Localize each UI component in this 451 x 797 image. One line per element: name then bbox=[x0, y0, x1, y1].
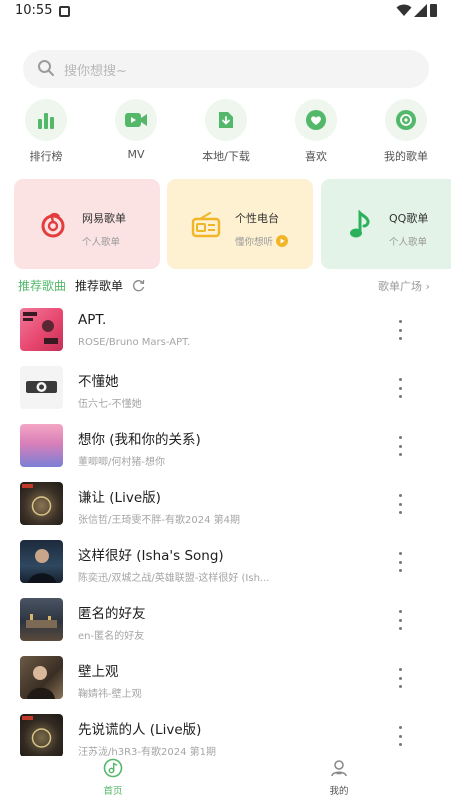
status-time: 10:55 bbox=[15, 3, 53, 18]
refresh-icon[interactable] bbox=[132, 279, 145, 292]
bottom-nav: 首页 我的 bbox=[0, 756, 451, 797]
song-subtitle: en-匿名的好友 bbox=[78, 631, 145, 642]
nav-mine[interactable]: 我的 bbox=[309, 758, 369, 797]
card-subtitle: 懂你想听 bbox=[235, 234, 289, 248]
netease-music-icon bbox=[41, 212, 65, 238]
more-options-icon[interactable] bbox=[395, 320, 405, 340]
shortcut-row: 排行榜 MV 本地/下载 喜欢 我的歌单 bbox=[0, 99, 451, 165]
video-icon bbox=[125, 113, 147, 127]
card-title: QQ歌单 bbox=[389, 212, 429, 225]
status-bar: 10:55 bbox=[0, 0, 451, 24]
song-item[interactable]: 不懂她 伍六七-不懂她 bbox=[0, 363, 451, 415]
card-title: 个性电台 bbox=[235, 212, 279, 225]
song-subtitle: 陈奕迅/双城之战/英雄联盟-这样很好 (Ish... bbox=[78, 573, 270, 584]
album-cover bbox=[20, 424, 63, 467]
shortcut-favorites[interactable]: 喜欢 bbox=[276, 99, 356, 164]
disc-icon bbox=[396, 110, 416, 130]
card-title: 网易歌单 bbox=[82, 212, 126, 225]
tab-recommended-playlists[interactable]: 推荐歌单 bbox=[75, 277, 123, 294]
music-disc-icon bbox=[103, 758, 123, 778]
chevron-right-icon: › bbox=[425, 280, 430, 293]
song-title: 谦让 (Live版) bbox=[78, 490, 161, 506]
song-title: 这样很好 (Isha's Song) bbox=[78, 548, 224, 564]
more-options-icon[interactable] bbox=[395, 552, 405, 572]
search-bar[interactable]: 搜你想搜~ bbox=[23, 50, 429, 88]
song-subtitle: ROSÉ/Bruno Mars-APT. bbox=[78, 337, 191, 348]
netease-playlist-card[interactable]: 网易歌单 个人歌单 bbox=[14, 179, 160, 269]
radio-icon bbox=[191, 212, 221, 238]
album-cover bbox=[20, 598, 63, 641]
song-item[interactable]: 想你 (我和你的关系) 董唧唧/何村猪-想你 bbox=[0, 421, 451, 473]
search-icon bbox=[38, 60, 54, 76]
heart-icon bbox=[306, 110, 326, 130]
shortcut-local-download[interactable]: 本地/下载 bbox=[186, 99, 266, 164]
user-icon bbox=[331, 760, 347, 777]
song-title: APT. bbox=[78, 312, 107, 328]
song-subtitle: 鞠婧祎-壁上观 bbox=[78, 689, 142, 700]
song-title: 壁上观 bbox=[78, 664, 119, 680]
more-options-icon[interactable] bbox=[395, 726, 405, 746]
song-title: 想你 (我和你的关系) bbox=[78, 432, 201, 448]
shortcut-label: 我的歌单 bbox=[384, 150, 428, 163]
download-icon bbox=[219, 112, 233, 128]
battery-icon bbox=[430, 4, 437, 17]
album-cover bbox=[20, 482, 63, 525]
song-item[interactable]: 壁上观 鞠婧祎-壁上观 bbox=[0, 653, 451, 705]
more-options-icon[interactable] bbox=[395, 668, 405, 688]
source-cards: 网易歌单 个人歌单 个性电台 懂你想听 QQ歌单 个人歌单 bbox=[0, 179, 451, 269]
nav-home[interactable]: 首页 bbox=[83, 758, 143, 797]
signal-icon bbox=[414, 4, 427, 17]
bar-chart-icon bbox=[38, 113, 54, 129]
song-item[interactable]: 匿名的好友 en-匿名的好友 bbox=[0, 595, 451, 647]
qq-playlist-card[interactable]: QQ歌单 个人歌单 bbox=[321, 179, 451, 269]
shortcut-label: 喜欢 bbox=[305, 150, 327, 163]
shortcut-my-playlists[interactable]: 我的歌单 bbox=[366, 99, 446, 164]
album-cover bbox=[20, 714, 63, 757]
song-title: 匿名的好友 bbox=[78, 606, 146, 622]
song-subtitle: 张信哲/王琦雯不胖-有歌2024 第4期 bbox=[78, 515, 240, 526]
more-options-icon[interactable] bbox=[395, 610, 405, 630]
tab-recommended-songs[interactable]: 推荐歌曲 bbox=[18, 277, 66, 294]
recommend-tabs: 推荐歌曲 推荐歌单 歌单广场 › bbox=[0, 276, 451, 296]
album-cover bbox=[20, 308, 63, 351]
shortcut-mv[interactable]: MV bbox=[96, 99, 176, 161]
shortcut-label: 排行榜 bbox=[29, 150, 63, 163]
wifi-icon bbox=[396, 4, 412, 16]
song-title: 不懂她 bbox=[78, 374, 119, 390]
more-options-icon[interactable] bbox=[395, 436, 405, 456]
more-options-icon[interactable] bbox=[395, 494, 405, 514]
album-cover bbox=[20, 366, 63, 409]
song-item[interactable]: APT. ROSÉ/Bruno Mars-APT. bbox=[0, 305, 451, 357]
song-subtitle: 董唧唧/何村猪-想你 bbox=[78, 457, 165, 468]
nav-mine-label: 我的 bbox=[329, 786, 349, 797]
search-placeholder: 搜你想搜~ bbox=[64, 64, 127, 79]
shortcut-label: 本地/下载 bbox=[202, 150, 250, 163]
song-title: 先说谎的人 (Live版) bbox=[78, 722, 202, 738]
song-item[interactable]: 这样很好 (Isha's Song) 陈奕迅/双城之战/英雄联盟-这样很好 (I… bbox=[0, 537, 451, 589]
more-options-icon[interactable] bbox=[395, 378, 405, 398]
shortcut-label: MV bbox=[127, 148, 145, 161]
shortcut-rankings[interactable]: 排行榜 bbox=[6, 99, 86, 164]
song-subtitle: 伍六七-不懂她 bbox=[78, 399, 142, 410]
song-item[interactable]: 谦让 (Live版) 张信哲/王琦雯不胖-有歌2024 第4期 bbox=[0, 479, 451, 531]
play-circle-icon bbox=[276, 235, 289, 247]
card-subtitle: 个人歌单 bbox=[82, 237, 121, 248]
playlist-plaza-link[interactable]: 歌单广场 › bbox=[378, 278, 430, 294]
sim-notification-icon bbox=[59, 6, 70, 17]
personal-radio-card[interactable]: 个性电台 懂你想听 bbox=[167, 179, 313, 269]
qq-music-icon bbox=[350, 210, 370, 238]
album-cover bbox=[20, 540, 63, 583]
nav-home-label: 首页 bbox=[103, 786, 123, 797]
album-cover bbox=[20, 656, 63, 699]
card-subtitle: 个人歌单 bbox=[389, 237, 428, 248]
